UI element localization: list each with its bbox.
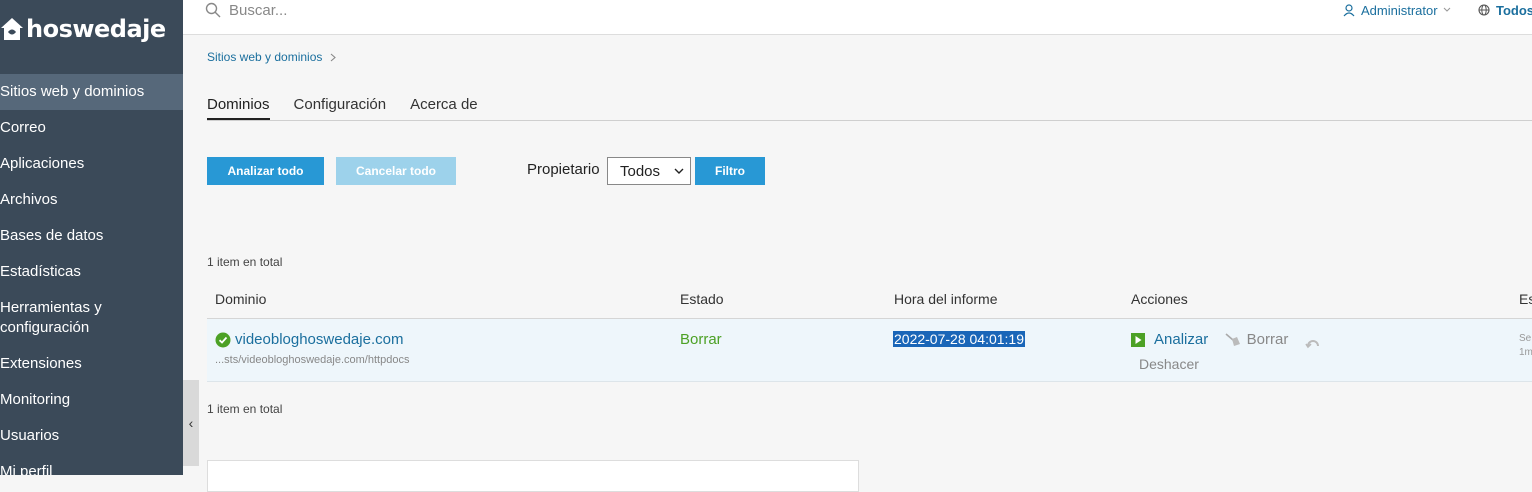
domain-cell: videobloghoswedaje.com ...sts/videoblogh…	[215, 331, 409, 366]
extra-line-2: 1m	[1519, 347, 1532, 358]
column-header-domain[interactable]: Dominio	[215, 291, 266, 307]
tab-about[interactable]: Acerca de	[410, 96, 478, 120]
column-header-extra[interactable]: Es	[1519, 291, 1532, 307]
sidebar-item-my-profile[interactable]: Mi perfil	[0, 454, 183, 475]
sidebar-item-monitoring[interactable]: Monitoring	[0, 382, 183, 418]
chevron-down-icon	[674, 168, 684, 174]
actions-cell: Analizar Borrar Deshacer	[1131, 331, 1331, 372]
brand-logo[interactable]: hoswedaje	[0, 12, 166, 46]
user-menu[interactable]: Administrator	[1343, 0, 1457, 20]
delete-action[interactable]: Borrar	[1225, 331, 1289, 348]
column-header-status[interactable]: Estado	[680, 291, 724, 307]
chevron-down-icon	[1443, 7, 1450, 12]
undo-icon[interactable]	[1305, 335, 1321, 349]
extra-cell: Se 1m	[1519, 332, 1532, 360]
analyze-all-button[interactable]: Analizar todo	[207, 157, 324, 185]
user-icon	[1343, 3, 1355, 16]
sidebar-collapse-button[interactable]: ‹	[183, 380, 199, 466]
subscription-selector[interactable]: Todos	[1478, 0, 1532, 20]
sidebar-nav: Sitios web y dominios Correo Aplicacione…	[0, 74, 183, 475]
sidebar-item-files[interactable]: Archivos	[0, 182, 183, 218]
item-count-top: 1 item en total	[207, 255, 283, 269]
cancel-all-button[interactable]: Cancelar todo	[336, 157, 456, 185]
item-count-bottom: 1 item en total	[207, 402, 283, 416]
sidebar-item-applications[interactable]: Aplicaciones	[0, 146, 183, 182]
user-name: Administrator	[1361, 2, 1438, 18]
breadcrumb-link[interactable]: Sitios web y dominios	[207, 50, 322, 64]
sidebar-item-websites-domains[interactable]: Sitios web y dominios	[0, 74, 183, 110]
domains-table: Dominio Estado Hora del informe Acciones…	[207, 280, 1532, 382]
main-content: Sitios web y dominios Dominios Configura…	[207, 34, 1532, 492]
sidebar-item-users[interactable]: Usuarios	[0, 418, 183, 454]
bottom-panel	[207, 460, 859, 492]
breadcrumb: Sitios web y dominios	[207, 50, 337, 64]
extra-line-1: Se	[1519, 333, 1532, 344]
tab-domains[interactable]: Dominios	[207, 96, 270, 120]
analyze-action[interactable]: Analizar	[1131, 331, 1208, 348]
column-header-report-time[interactable]: Hora del informe	[894, 291, 998, 307]
status-value: Borrar	[680, 331, 722, 348]
search-input[interactable]: Buscar...	[229, 2, 287, 19]
subscription-label: Todos	[1496, 2, 1532, 18]
column-header-actions: Acciones	[1131, 291, 1188, 307]
domain-path: ...sts/videobloghoswedaje.com/httpdocs	[215, 354, 410, 366]
top-bar: Buscar... Administrator Todos	[183, 0, 1532, 35]
sidebar-item-mail[interactable]: Correo	[0, 110, 183, 146]
owner-select-value: Todos	[620, 162, 661, 180]
table-row: videobloghoswedaje.com ...sts/videoblogh…	[207, 319, 1532, 382]
filter-button[interactable]: Filtro	[695, 157, 765, 185]
undo-label[interactable]: Deshacer	[1131, 356, 1331, 372]
tab-settings[interactable]: Configuración	[294, 96, 387, 120]
globe-icon	[1478, 4, 1490, 16]
domain-link[interactable]: videobloghoswedaje.com	[215, 331, 409, 348]
sidebar-item-databases[interactable]: Bases de datos	[0, 218, 183, 254]
brand-name: hoswedaje	[26, 15, 166, 43]
sidebar-item-statistics[interactable]: Estadísticas	[0, 254, 183, 290]
play-icon	[1131, 332, 1145, 347]
tab-bar: Dominios Configuración Acerca de	[207, 96, 1532, 121]
sidebar-item-extensions[interactable]: Extensiones	[0, 346, 183, 382]
broom-icon	[1225, 332, 1240, 346]
owner-label: Propietario	[527, 161, 600, 178]
search-box[interactable]: Buscar...	[205, 0, 287, 20]
analyze-label: Analizar	[1154, 331, 1209, 348]
house-icon	[1, 18, 23, 40]
chevron-right-icon	[331, 53, 337, 61]
check-circle-icon	[215, 332, 231, 347]
owner-select[interactable]: Todos	[607, 157, 691, 185]
table-header: Dominio Estado Hora del informe Acciones…	[207, 280, 1532, 319]
search-icon	[205, 2, 221, 18]
chevron-left-icon: ‹	[188, 415, 194, 431]
domain-name: videobloghoswedaje.com	[235, 331, 404, 348]
delete-label: Borrar	[1246, 331, 1289, 348]
sidebar: hoswedaje Sitios web y dominios Correo A…	[0, 0, 183, 475]
report-time-value: 2022-07-28 04:01:19	[893, 331, 1025, 347]
sidebar-item-tools-settings[interactable]: Herramientas y configuración	[0, 290, 183, 346]
